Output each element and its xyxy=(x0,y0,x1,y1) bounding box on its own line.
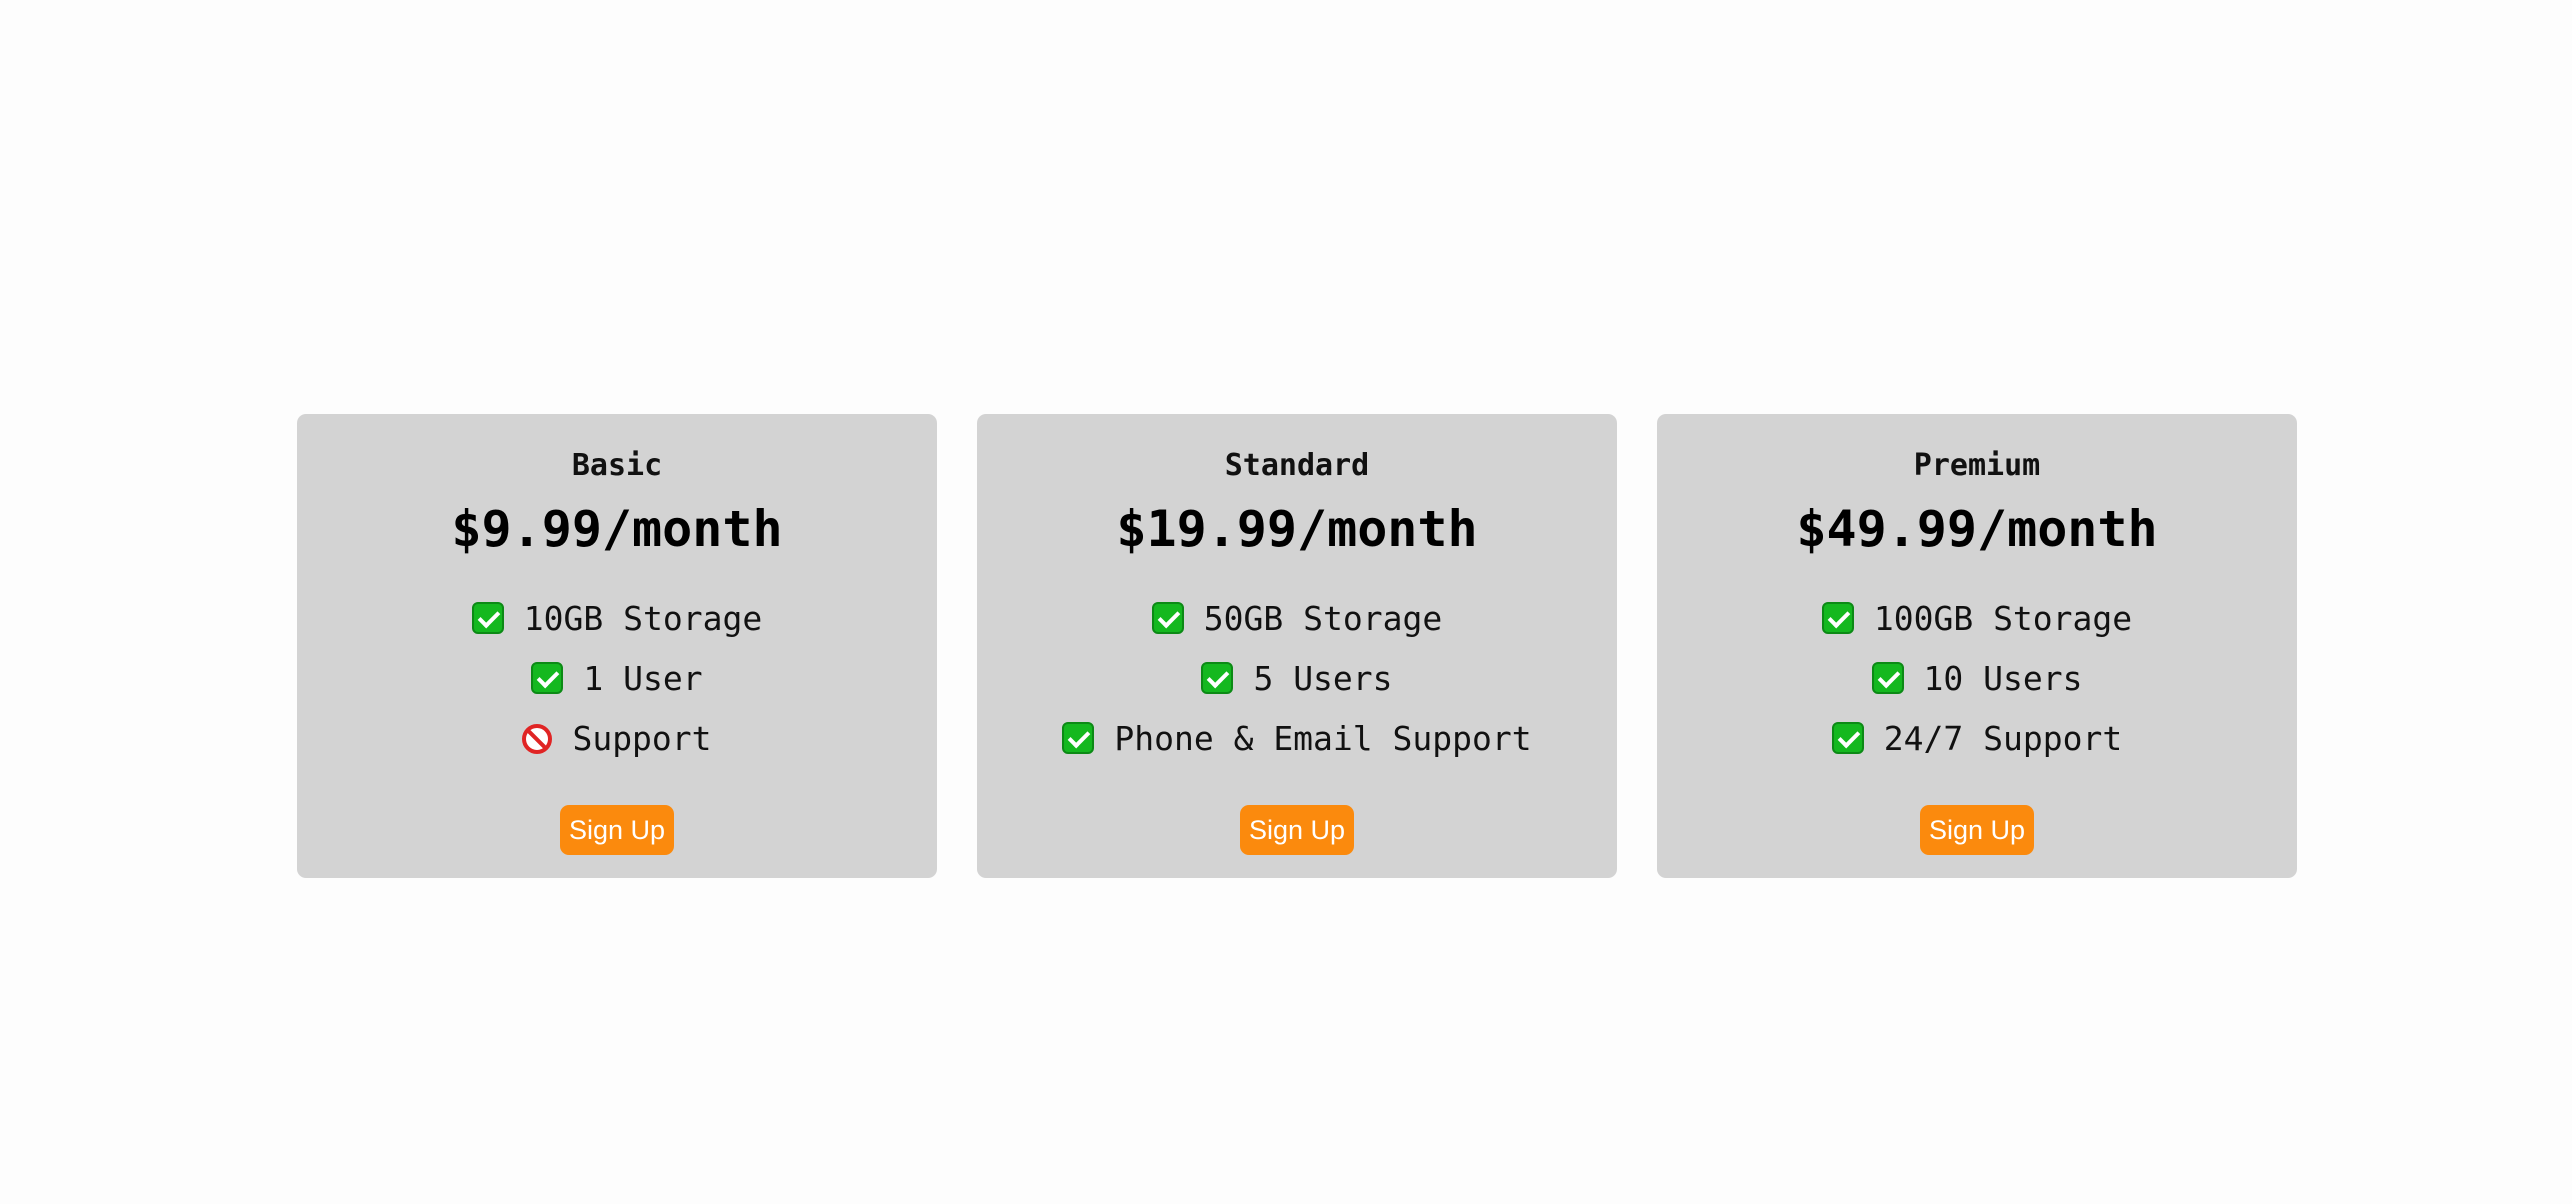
feature-text: 10GB Storage xyxy=(523,599,763,638)
feature-text: 10 Users xyxy=(1923,659,2083,698)
plan-price: $19.99/month xyxy=(1116,500,1478,558)
plan-name: Premium xyxy=(1913,448,2041,483)
feature-item: 10 Users xyxy=(1657,649,2297,709)
plan-price: $49.99/month xyxy=(1796,500,2158,558)
sign-up-button-basic[interactable]: Sign Up xyxy=(560,805,674,855)
sign-up-button-premium[interactable]: Sign Up xyxy=(1920,805,2034,855)
check-mark-icon xyxy=(1201,662,1234,694)
pricing-plans: Basic $9.99/month 10GB Storage 1 User Su… xyxy=(0,414,2572,878)
feature-item: 50GB Storage xyxy=(977,589,1617,649)
sign-up-button-standard[interactable]: Sign Up xyxy=(1240,805,1354,855)
check-mark-icon xyxy=(1821,602,1854,634)
feature-item: Phone & Email Support xyxy=(977,709,1617,769)
feature-list: 50GB Storage 5 Users Phone & Email Suppo… xyxy=(977,589,1617,769)
feature-item: 1 User xyxy=(297,649,937,709)
feature-item: Support xyxy=(297,709,937,769)
feature-text: 100GB Storage xyxy=(1873,599,2133,638)
check-mark-icon xyxy=(1151,602,1184,634)
plan-card-premium: Premium $49.99/month 100GB Storage 10 Us… xyxy=(1657,414,2297,878)
check-mark-icon xyxy=(1831,722,1864,754)
feature-text: Phone & Email Support xyxy=(1114,719,1532,758)
plan-price: $9.99/month xyxy=(451,500,783,558)
feature-item: 5 Users xyxy=(977,649,1617,709)
feature-text: 24/7 Support xyxy=(1883,719,2123,758)
feature-item: 10GB Storage xyxy=(297,589,937,649)
plan-card-standard: Standard $19.99/month 50GB Storage 5 Use… xyxy=(977,414,1617,878)
check-mark-icon xyxy=(1062,722,1095,754)
plan-name: Standard xyxy=(1224,448,1370,483)
feature-item: 100GB Storage xyxy=(1657,589,2297,649)
check-mark-icon xyxy=(471,602,504,634)
plan-card-basic: Basic $9.99/month 10GB Storage 1 User Su… xyxy=(297,414,937,878)
check-mark-icon xyxy=(531,662,564,694)
prohibited-icon xyxy=(522,724,553,754)
feature-text: 1 User xyxy=(583,659,703,698)
feature-text: Support xyxy=(572,719,712,758)
check-mark-icon xyxy=(1871,662,1904,694)
plan-name: Basic xyxy=(571,448,663,483)
feature-text: 5 Users xyxy=(1253,659,1393,698)
feature-item: 24/7 Support xyxy=(1657,709,2297,769)
feature-text: 50GB Storage xyxy=(1203,599,1443,638)
feature-list: 10GB Storage 1 User Support xyxy=(297,589,937,769)
feature-list: 100GB Storage 10 Users 24/7 Support xyxy=(1657,589,2297,769)
